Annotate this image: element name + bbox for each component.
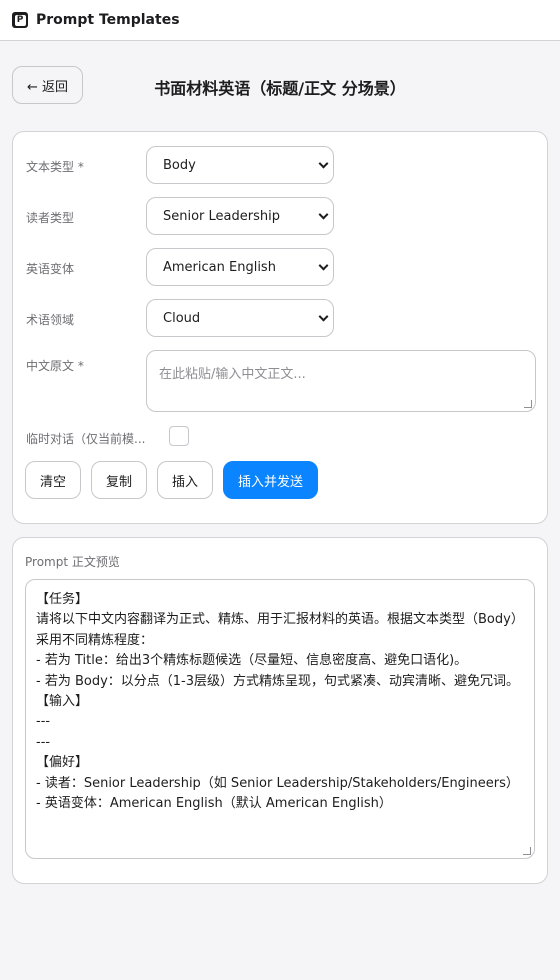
temp-chat-label: 临时对话（仅当前模... xyxy=(26,432,146,446)
app-logo-letter: P xyxy=(14,14,26,26)
clear-button[interactable]: 清空 xyxy=(25,461,81,499)
preview-line: 请将以下中文内容翻译为正式、精炼、用于汇报材料的英语。根据文本类型（Body） xyxy=(36,612,524,628)
page-title: 书面材料英语（标题/正文 分场景） xyxy=(154,79,406,98)
text-type-value: Body xyxy=(163,157,196,173)
preview-line: - 若为 Body：以分点（1-3层级）方式精炼呈现，句式紧凑、动宾清晰、避免冗… xyxy=(36,673,520,689)
chevron-down-icon xyxy=(318,311,329,322)
temp-chat-checkbox[interactable] xyxy=(169,426,189,446)
chinese-source-textarea[interactable]: 在此粘贴/输入中文正文... xyxy=(146,350,536,412)
english-variant-value: American English xyxy=(163,259,276,275)
preview-line: - 读者：Senior Leadership（如 Senior Leadersh… xyxy=(36,775,519,791)
top-bar: P Prompt Templates xyxy=(0,0,560,41)
preview-line: - 若为 Title：给出3个精炼标题候选（尽量短、信息密度高、避免口语化)。 xyxy=(36,653,468,669)
resize-handle-icon[interactable] xyxy=(523,847,531,855)
chinese-source-label: 中文原文 * xyxy=(26,359,84,373)
reader-type-select[interactable]: Senior Leadership xyxy=(146,197,334,235)
preview-label: Prompt 正文预览 xyxy=(25,555,120,569)
preview-card: Prompt 正文预览 【任务】 请将以下中文内容翻译为正式、精炼、用于汇报材料… xyxy=(12,537,548,884)
chinese-source-placeholder: 在此粘贴/输入中文正文... xyxy=(159,367,306,382)
preview-line: 采用不同精炼程度： xyxy=(36,632,154,648)
chevron-down-icon xyxy=(318,158,329,169)
app-logo-icon: P xyxy=(12,12,28,28)
chevron-down-icon xyxy=(318,209,329,220)
preview-line: - 英语变体：American English（默认 American Engl… xyxy=(36,796,392,812)
back-button[interactable]: ← 返回 xyxy=(12,66,83,104)
text-type-label: 文本类型 * xyxy=(26,160,84,174)
form-card: 文本类型 * Body 读者类型 Senior Leadership 英语变体 … xyxy=(12,131,548,524)
text-type-select[interactable]: Body xyxy=(146,146,334,184)
preview-line: 【偏好】 xyxy=(36,755,89,771)
prompt-preview-textarea[interactable]: 【任务】 请将以下中文内容翻译为正式、精炼、用于汇报材料的英语。根据文本类型（B… xyxy=(25,579,535,859)
insert-send-button[interactable]: 插入并发送 xyxy=(223,461,318,499)
preview-line: 【任务】 xyxy=(36,592,89,607)
app-title: Prompt Templates xyxy=(36,12,180,28)
preview-line: 【输入】 xyxy=(36,694,89,710)
english-variant-label: 英语变体 xyxy=(26,262,75,276)
reader-type-label: 读者类型 xyxy=(26,211,75,225)
term-domain-value: Cloud xyxy=(163,310,201,326)
preview-line: --- xyxy=(36,714,51,730)
preview-line: --- xyxy=(36,734,51,750)
chevron-down-icon xyxy=(318,260,329,271)
english-variant-select[interactable]: American English xyxy=(146,248,334,286)
term-domain-select[interactable]: Cloud xyxy=(146,299,334,337)
term-domain-label: 术语领域 xyxy=(26,313,75,327)
resize-handle-icon[interactable] xyxy=(524,400,532,408)
insert-button[interactable]: 插入 xyxy=(157,461,213,499)
copy-button[interactable]: 复制 xyxy=(91,461,147,499)
reader-type-value: Senior Leadership xyxy=(163,208,280,224)
